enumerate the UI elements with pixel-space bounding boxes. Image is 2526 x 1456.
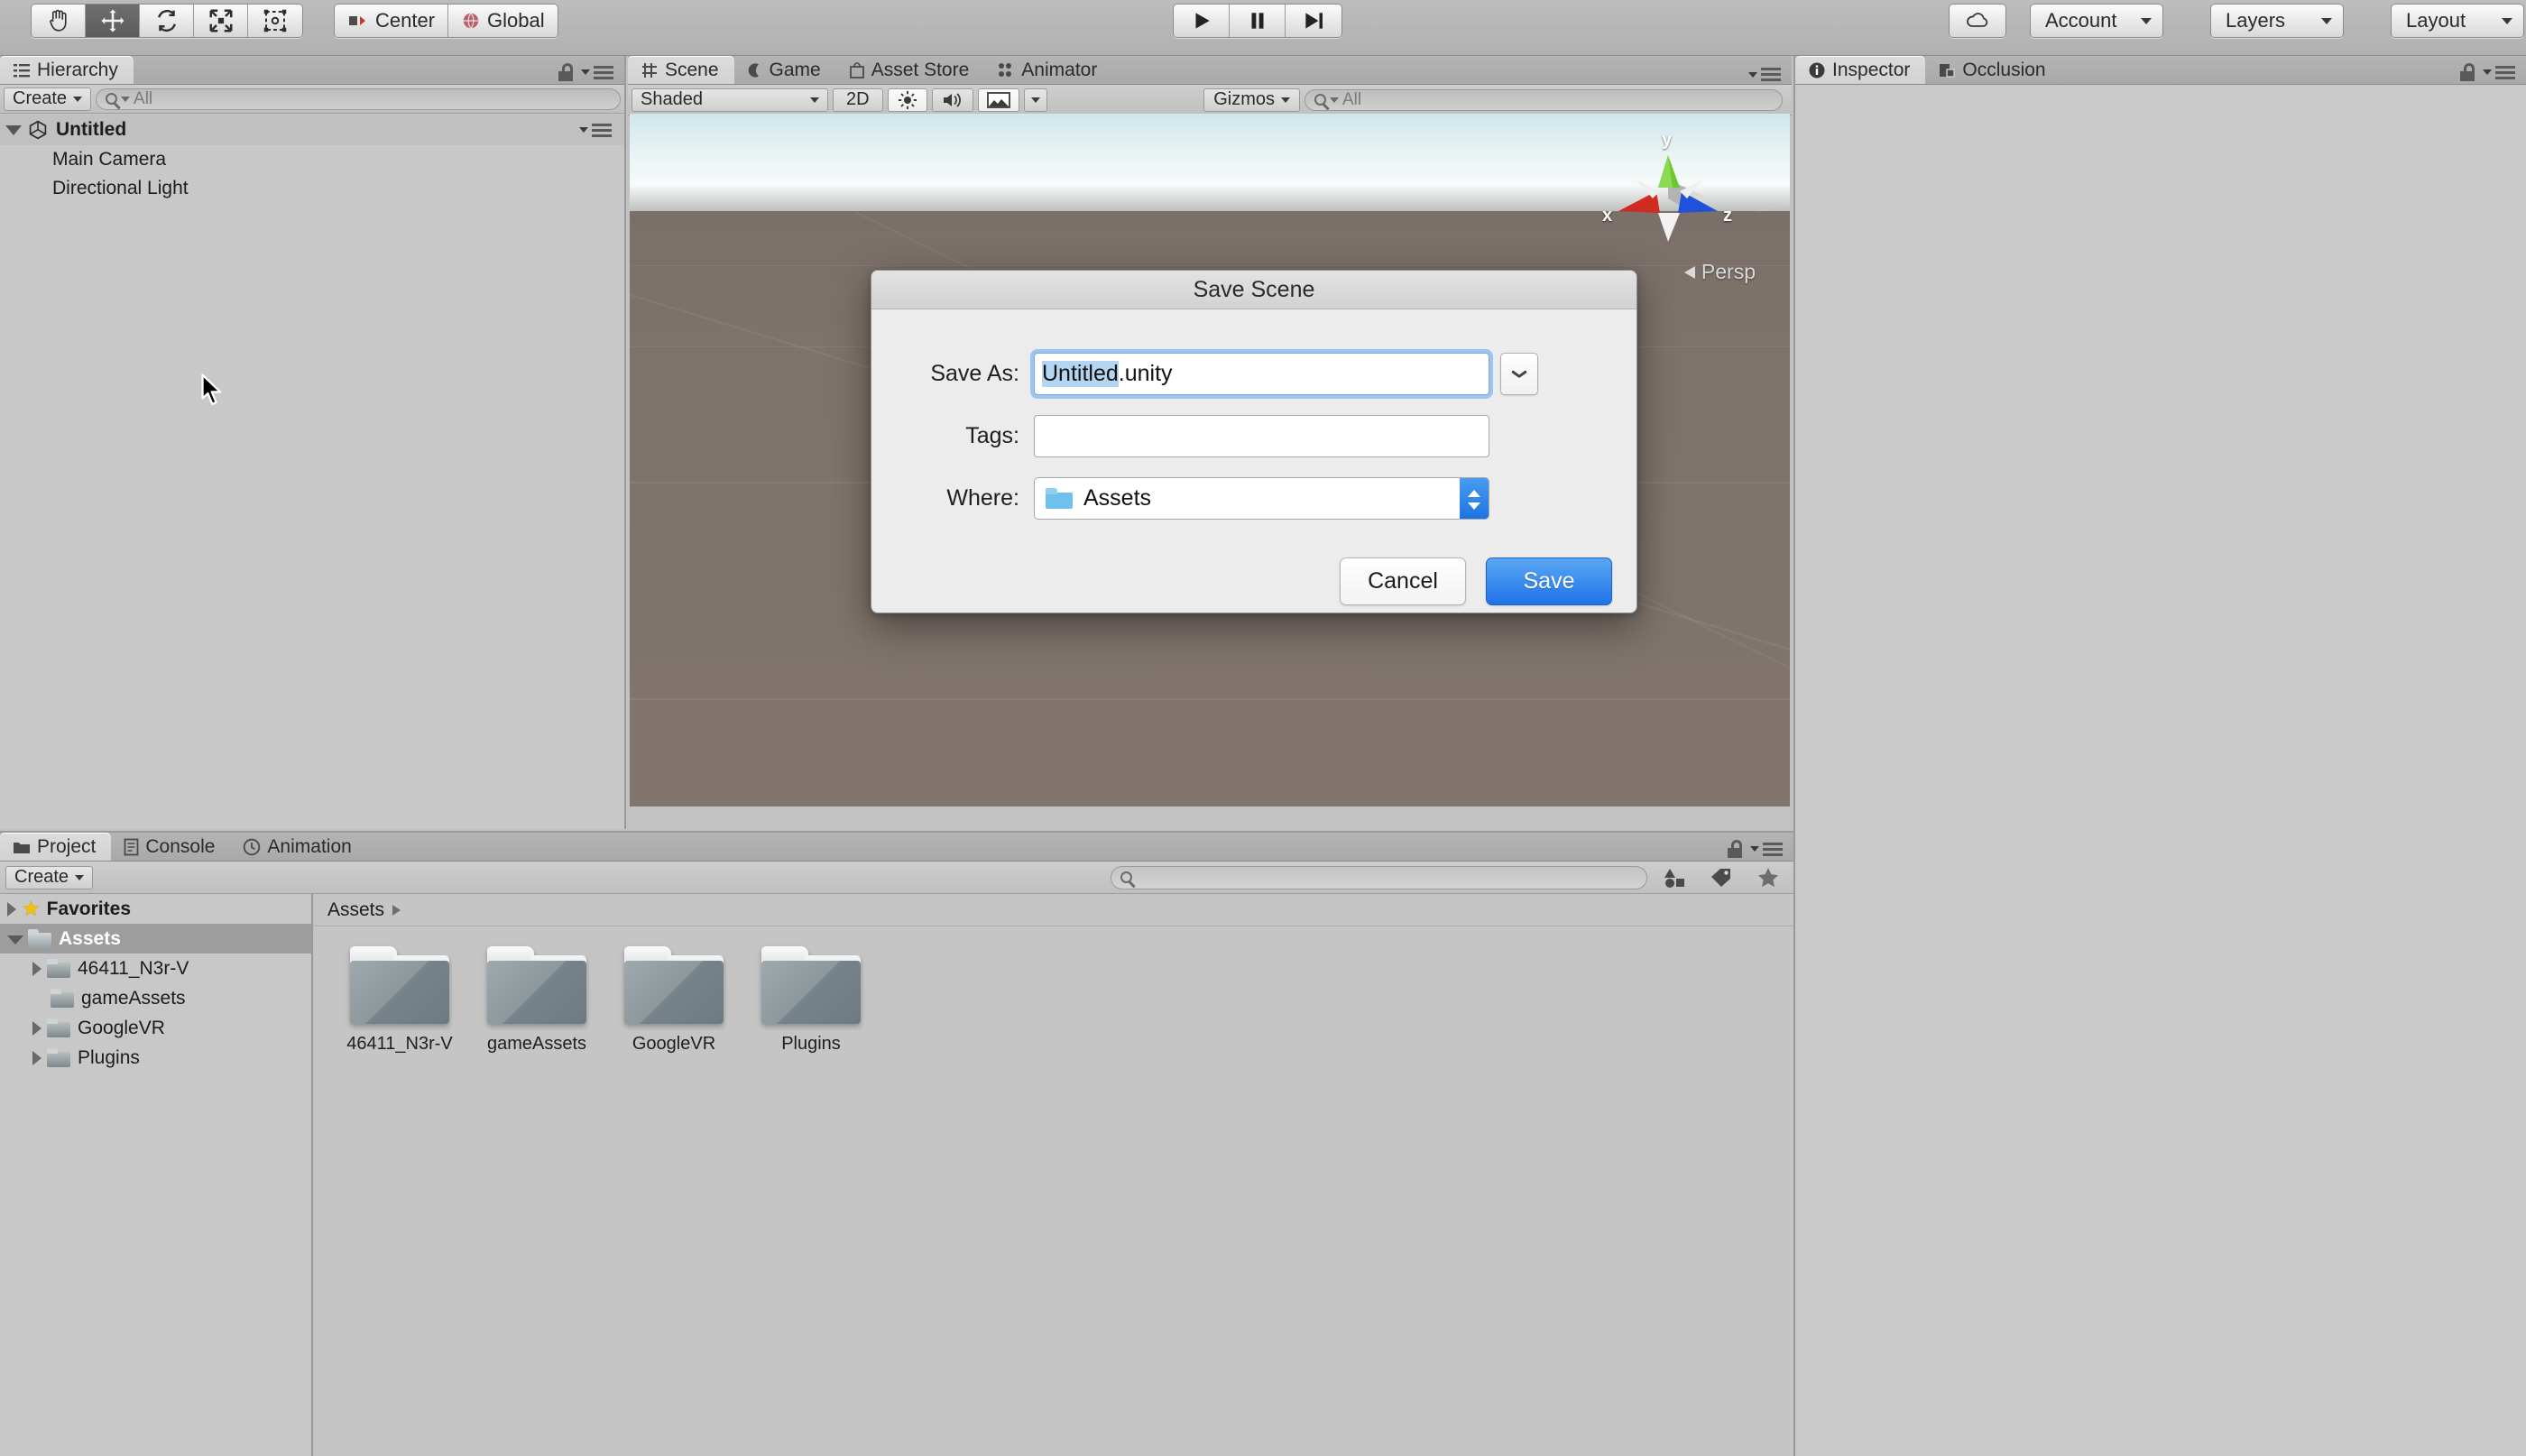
dialog-title: Save Scene [1194, 277, 1315, 303]
save-label: Save [1524, 568, 1575, 594]
tags-input[interactable] [1034, 415, 1489, 457]
save-as-history-button[interactable] [1500, 353, 1538, 395]
save-as-extension-text: .unity [1119, 361, 1173, 387]
save-as-label: Save As: [871, 361, 1034, 387]
modal-overlay: Save Scene Save As: Untitled.unity Tags: [0, 0, 2526, 1456]
cancel-button[interactable]: Cancel [1340, 558, 1466, 605]
dialog-body: Save As: Untitled.unity Tags: Where: [871, 309, 1636, 605]
chevron-down-icon [1512, 370, 1526, 378]
save-as-selected-text: Untitled [1042, 361, 1119, 387]
where-stepper-icon[interactable] [1460, 478, 1489, 520]
mouse-cursor [200, 373, 226, 406]
tags-label: Tags: [871, 423, 1034, 449]
save-button[interactable]: Save [1486, 558, 1612, 605]
dialog-actions: Cancel Save [871, 520, 1636, 605]
tags-row: Tags: [871, 415, 1636, 457]
cancel-label: Cancel [1368, 568, 1438, 594]
where-select[interactable]: Assets [1034, 477, 1489, 520]
folder-icon [1046, 488, 1073, 509]
where-row: Where: Assets [871, 477, 1636, 520]
unity-editor-window: Center Global [0, 0, 2526, 1456]
where-label: Where: [871, 485, 1034, 511]
save-as-row: Save As: Untitled.unity [871, 353, 1636, 395]
save-scene-dialog: Save Scene Save As: Untitled.unity Tags: [871, 270, 1637, 613]
dialog-titlebar: Save Scene [871, 271, 1636, 309]
where-value: Assets [1083, 485, 1151, 511]
save-as-input[interactable]: Untitled.unity [1034, 353, 1489, 395]
